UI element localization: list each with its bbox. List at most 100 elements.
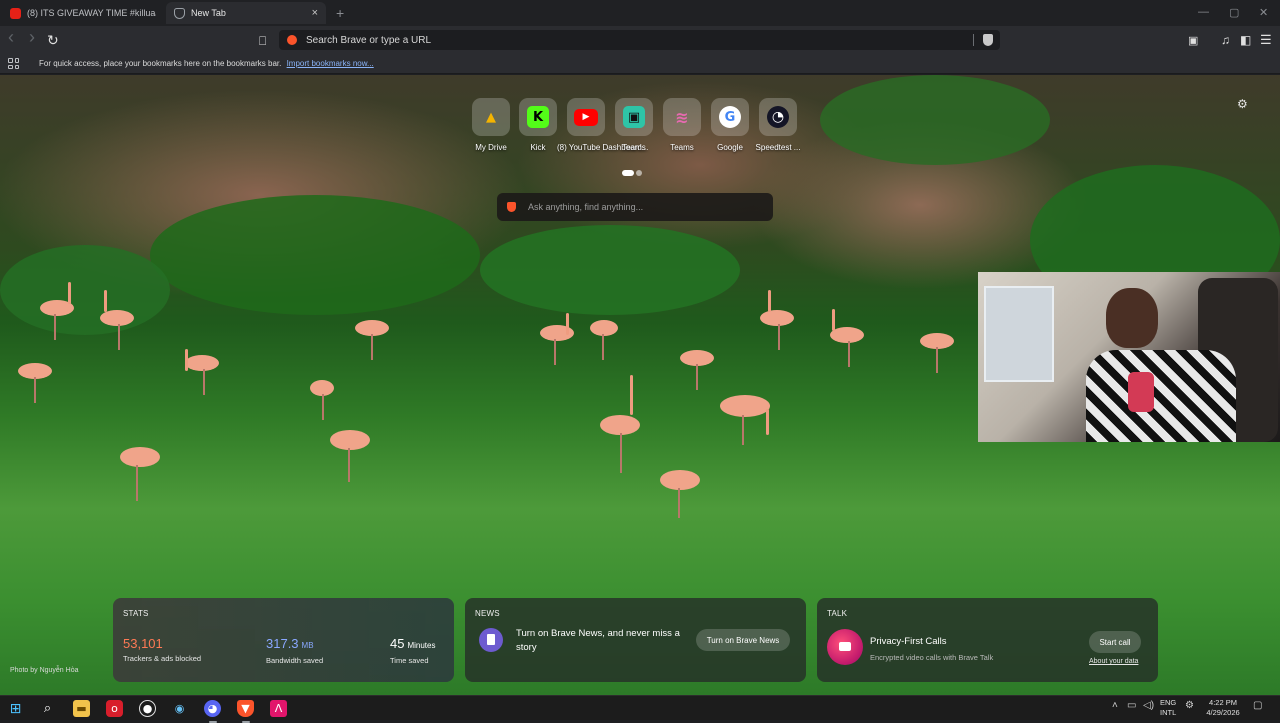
time-unit: Minutes <box>407 641 436 650</box>
windows-start-icon[interactable]: ⊞ <box>7 700 24 717</box>
close-tab-icon[interactable]: × <box>312 7 318 19</box>
foliage <box>150 195 480 315</box>
opera-gx-icon[interactable]: o <box>106 700 123 717</box>
start-call-button[interactable]: Start call <box>1089 631 1141 653</box>
tab-strip: (8) ITS GIVEAWAY TIME #killuaa #eag New … <box>0 0 1280 26</box>
bookmark-icon[interactable]: ⎕ <box>259 33 266 49</box>
music-icon[interactable]: ♫ <box>1221 32 1230 48</box>
top-site-my-drive[interactable]: ▲ My Drive <box>468 98 514 152</box>
trackers-desc: Trackers & ads blocked <box>123 654 202 663</box>
news-icon <box>479 628 503 652</box>
ask-search-box[interactable]: Ask anything, find anything... <box>497 193 773 221</box>
new-tab-button[interactable]: + <box>336 5 344 21</box>
news-label: NEWS <box>475 609 500 618</box>
import-bookmarks-link[interactable]: Import bookmarks now... <box>287 59 374 68</box>
steam-icon[interactable]: ◉ <box>171 700 188 717</box>
brave-icon[interactable]: ▼ <box>237 700 254 723</box>
bandwidth-stat: 317.3 MB Bandwidth saved <box>266 636 324 666</box>
top-site-label: Speedtest ... <box>755 143 801 152</box>
brave-search-icon <box>287 35 297 45</box>
back-button[interactable]: ‹ <box>8 28 14 46</box>
microphone <box>1128 372 1154 412</box>
notifications-icon[interactable]: ▢ <box>1253 700 1262 711</box>
wallet-icon[interactable]: ▣ <box>1188 33 1198 49</box>
time-stat: 45 Minutes Time saved <box>390 637 436 666</box>
forward-button[interactable]: › <box>29 28 35 46</box>
tab-youtube[interactable]: (8) ITS GIVEAWAY TIME #killuaa #eag <box>2 2 164 24</box>
top-site-google[interactable]: G Google <box>707 98 753 152</box>
top-site-teams-1[interactable]: ▣ Teams <box>611 98 657 152</box>
maximize-button[interactable]: ▢ <box>1229 6 1239 19</box>
pc-case <box>984 286 1054 382</box>
bookmarks-message: For quick access, place your bookmarks h… <box>39 59 282 68</box>
tab-new-tab[interactable]: New Tab × <box>166 2 326 24</box>
volume-icon[interactable]: ◁) <box>1143 700 1154 711</box>
news-card: NEWS Turn on Brave News, and never miss … <box>465 598 806 682</box>
foliage <box>0 245 170 335</box>
talk-label: TALK <box>827 609 848 618</box>
kick-icon: K <box>527 106 549 128</box>
clock-date: 4/29/2026 <box>1206 708 1240 717</box>
about-your-data-link[interactable]: About your data <box>1089 658 1138 665</box>
bandwidth-value: 317.3 <box>266 636 299 651</box>
talk-subtitle: Encrypted video calls with Brave Talk <box>870 653 994 662</box>
news-text: Turn on Brave News, and never miss a sto… <box>516 628 680 653</box>
google-icon: G <box>719 106 741 128</box>
top-site-speedtest[interactable]: ◔ Speedtest ... <box>755 98 801 152</box>
taskbar: ⊞ ⌕ ▬ o ● ◉ ◕ ▼ Λ ˄ ▭ ◁) ENG INTL ⚙ 4:22… <box>0 695 1280 723</box>
chevron-up-icon[interactable]: ˄ <box>1112 700 1118 711</box>
time-desc: Time saved <box>390 656 429 665</box>
file-explorer-icon[interactable]: ▬ <box>73 700 90 717</box>
bookmarks-bar: For quick access, place your bookmarks h… <box>0 54 1280 74</box>
omnibox-divider <box>973 34 974 46</box>
top-site-teams-2[interactable]: ≋ Teams <box>659 98 705 152</box>
photo-credit[interactable]: Photo by Nguyễn Hòa <box>10 667 79 674</box>
tab-title: (8) ITS GIVEAWAY TIME #killuaa #eag <box>27 8 156 18</box>
omnibox-placeholder: Search Brave or type a URL <box>306 34 432 46</box>
bandwidth-desc: Bandwidth saved <box>266 656 324 665</box>
obs-icon[interactable]: ● <box>139 700 156 717</box>
search-icon[interactable]: ⌕ <box>39 700 56 717</box>
discord-icon[interactable]: ◕ <box>204 700 221 723</box>
brave-talk-icon <box>827 629 863 665</box>
close-window-button[interactable]: ✕ <box>1259 6 1268 19</box>
webcam-overlay <box>978 272 1280 442</box>
top-site-youtube-dashboard[interactable]: ▶ (8) YouTube Dashboard... <box>557 98 649 152</box>
top-site-label: (8) YouTube Dashboard... <box>557 143 649 152</box>
trackers-stat: 53,101 Trackers & ads blocked <box>123 636 202 664</box>
top-sites: ▲ My Drive K Kick ▶ (8) YouTube Dashboar… <box>472 98 802 158</box>
reload-button[interactable]: ↻ <box>47 32 59 48</box>
sidebar-icon[interactable]: ◧ <box>1240 32 1251 48</box>
adobe-app-icon[interactable]: Λ <box>270 700 287 717</box>
youtube-icon <box>10 7 21 19</box>
language-indicator[interactable]: ENG INTL <box>1160 698 1176 718</box>
talk-title: Privacy-First Calls <box>870 636 947 647</box>
menu-icon[interactable]: ☰ <box>1260 32 1272 48</box>
google-drive-icon: ▲ <box>486 109 496 125</box>
stats-label: STATS <box>123 609 149 618</box>
foliage <box>820 75 1050 165</box>
talk-card: TALK Privacy-First Calls Encrypted video… <box>817 598 1158 682</box>
bandwidth-unit: MB <box>301 641 314 650</box>
speedtest-icon: ◔ <box>767 106 789 128</box>
network-icon[interactable]: ▭ <box>1127 700 1136 711</box>
ask-placeholder: Ask anything, find anything... <box>528 202 644 212</box>
teams-app-icon: ▣ <box>623 106 645 128</box>
top-site-kick[interactable]: K Kick <box>515 98 561 152</box>
foliage <box>480 225 740 315</box>
top-site-label: Kick <box>530 143 546 152</box>
trackers-value: 53,101 <box>123 636 163 651</box>
minimize-button[interactable]: — <box>1198 6 1209 18</box>
gear-icon[interactable]: ⚙ <box>1237 97 1248 111</box>
clock[interactable]: 4:22 PM 4/29/2026 <box>1203 698 1243 718</box>
omnibox[interactable]: Search Brave or type a URL <box>279 30 1000 50</box>
keyboard-layout: INTL <box>1160 708 1177 717</box>
settings-gear-icon[interactable]: ⚙ <box>1185 700 1194 711</box>
streamer-head <box>1106 288 1158 348</box>
top-site-label: Google <box>717 143 743 152</box>
top-sites-pagination[interactable] <box>622 163 644 181</box>
language-code: ENG <box>1160 698 1177 707</box>
apps-grid-icon[interactable] <box>8 58 19 69</box>
brave-shields-icon[interactable] <box>983 34 993 46</box>
turn-on-brave-news-button[interactable]: Turn on Brave News <box>696 629 790 651</box>
